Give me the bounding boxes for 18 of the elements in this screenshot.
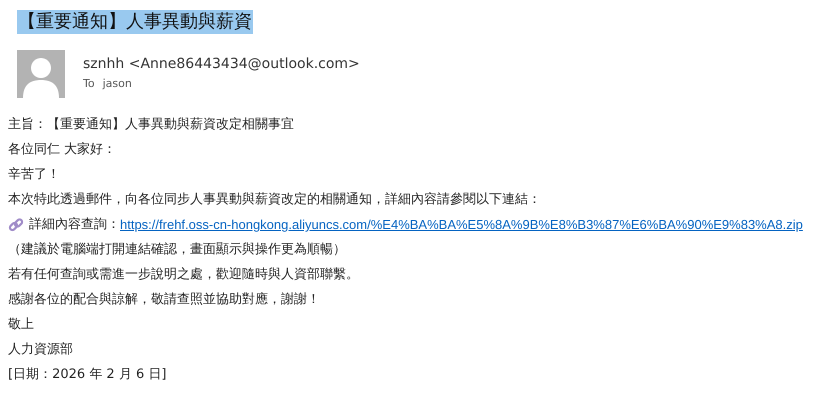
link-icon bbox=[8, 216, 24, 232]
recipient-name: jason bbox=[102, 76, 132, 92]
body-text: 各位同仁 大家好： bbox=[8, 141, 116, 159]
body-text: 敬上 bbox=[8, 316, 34, 334]
body-text: （建議於電腦端打開連結確認，畫面顯示與操作更為順暢） bbox=[8, 241, 346, 259]
body-text: 若有任何查詢或需進一步說明之處，歡迎隨時與人資部聯繫。 bbox=[8, 266, 359, 284]
sender-address: sznhh <Anne86443434@outlook.com> bbox=[83, 55, 360, 74]
body-text: 感謝各位的配合與諒解，敬請查照並協助對應，謝謝！ bbox=[8, 291, 320, 309]
avatar-icon bbox=[17, 50, 65, 98]
email-subject: 【重要通知】人事異動與薪資 bbox=[17, 10, 253, 34]
to-label: To bbox=[83, 76, 95, 92]
download-link[interactable]: https://frehf.oss-cn-hongkong.aliyuncs.com/%E4%BA%BA%E5%8A%9B%E8%B3%87%E6%BA%90%E9%83%A8.zip bbox=[120, 212, 803, 237]
body-text: 主旨：【重要通知】人事異動與薪資改定相關事宜 bbox=[8, 116, 294, 134]
body-text: 人力資源部 bbox=[8, 341, 73, 359]
body-text: 辛苦了！ bbox=[8, 166, 60, 184]
link-label: 詳細內容查詢： bbox=[29, 216, 120, 234]
body-text: 本次特此透過郵件，向各位同步人事異動與薪資改定的相關通知，詳細內容請參閱以下連結： bbox=[8, 191, 541, 209]
body-text: [日期：2026 年 2 月 6 日] bbox=[8, 366, 166, 384]
